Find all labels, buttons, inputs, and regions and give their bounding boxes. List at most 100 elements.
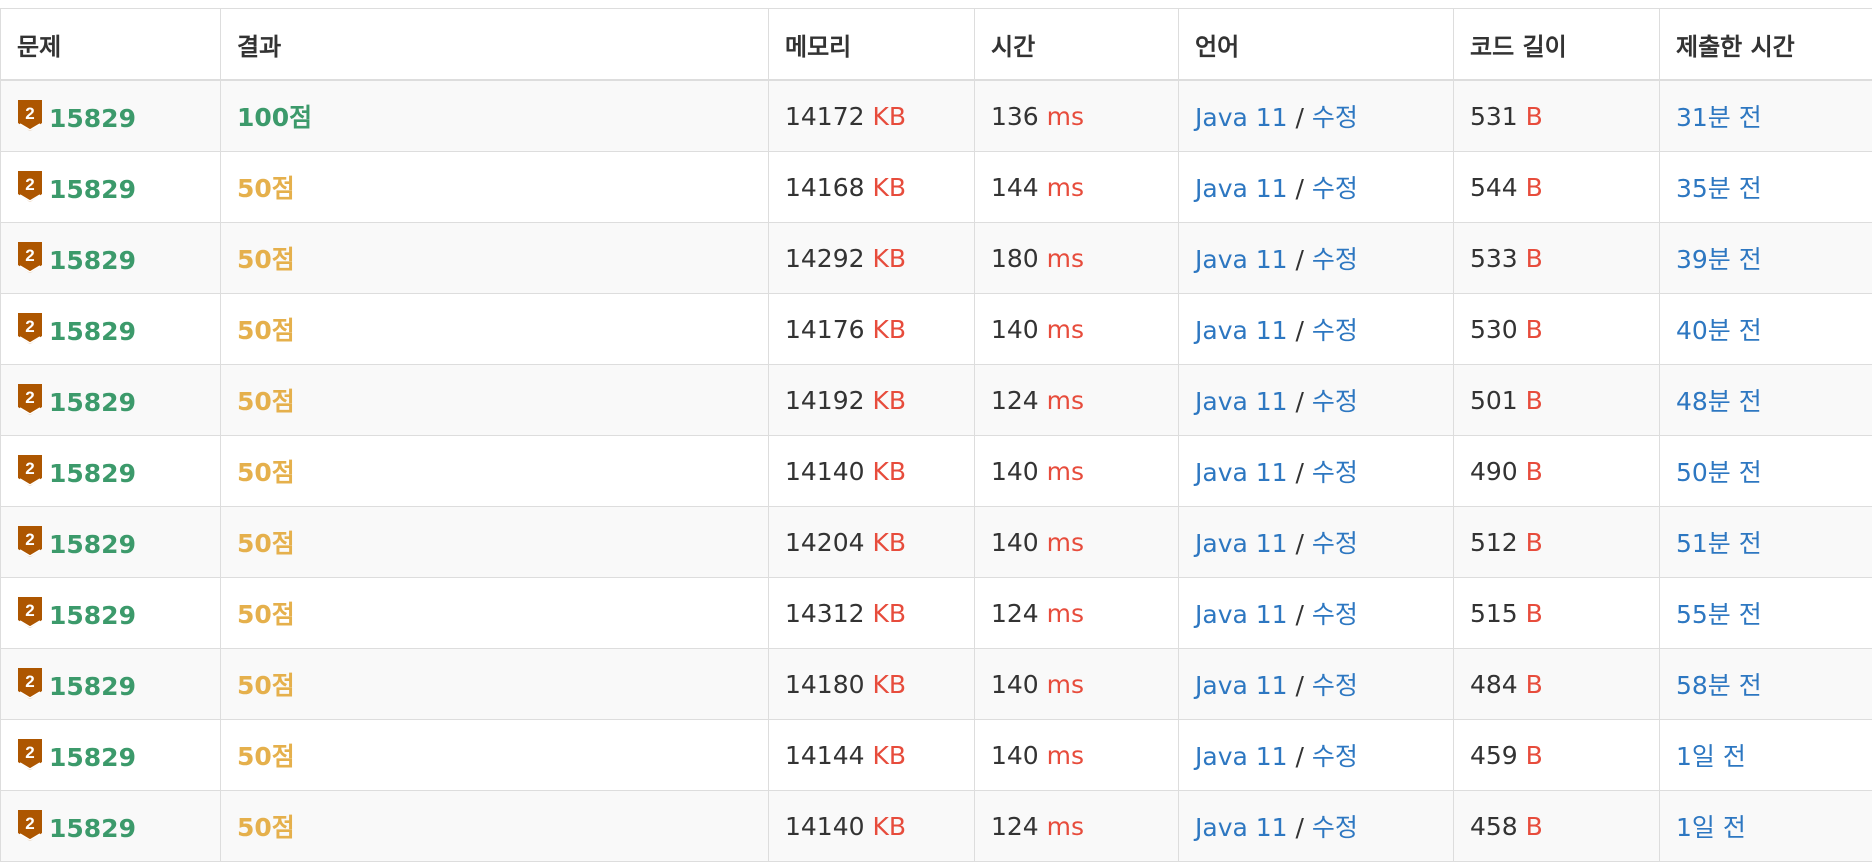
tier-number: 2 (25, 104, 34, 123)
submitted-time-link[interactable]: 40분 전 (1676, 316, 1762, 345)
edit-link[interactable]: 수정 (1312, 600, 1358, 629)
problem-link[interactable]: 15829 (49, 743, 136, 772)
edit-link[interactable]: 수정 (1312, 316, 1358, 345)
problem-link[interactable]: 15829 (49, 530, 136, 559)
cell-submitted-time: 55분 전 (1659, 577, 1872, 649)
cell-language: Java 11 / 수정 (1178, 79, 1454, 152)
bronze-2-tier-icon[interactable]: 2 (17, 99, 43, 131)
memory-unit: KB (872, 598, 907, 628)
submitted-time-link[interactable]: 35분 전 (1676, 174, 1762, 203)
code-length-unit: B (1525, 740, 1543, 770)
code-length-unit: B (1525, 172, 1543, 202)
bronze-2-tier-icon[interactable]: 2 (17, 667, 43, 699)
bronze-2-tier-icon[interactable]: 2 (17, 312, 43, 344)
cell-time: 140 ms (974, 506, 1179, 578)
language-link[interactable]: Java 11 (1195, 316, 1288, 345)
cell-memory: 14312 KB (768, 577, 975, 649)
time-value: 144 (991, 172, 1039, 202)
cell-code-length: 490 B (1453, 435, 1660, 507)
language-link[interactable]: Java 11 (1195, 387, 1288, 416)
edit-link[interactable]: 수정 (1312, 103, 1358, 132)
memory-unit: KB (872, 740, 907, 770)
cell-result: 50점 (220, 790, 769, 862)
bronze-2-tier-icon[interactable]: 2 (17, 809, 43, 841)
time-value: 140 (991, 669, 1039, 699)
language-link[interactable]: Java 11 (1195, 174, 1288, 203)
problem-link[interactable]: 15829 (49, 175, 136, 204)
submitted-time-link[interactable]: 55분 전 (1676, 600, 1762, 629)
bronze-2-tier-icon[interactable]: 2 (17, 738, 43, 770)
submitted-time-link[interactable]: 51분 전 (1676, 529, 1762, 558)
cell-result: 50점 (220, 577, 769, 649)
submitted-time-link[interactable]: 50분 전 (1676, 458, 1762, 487)
language-link[interactable]: Java 11 (1195, 600, 1288, 629)
time-unit: ms (1046, 811, 1085, 841)
header-submitted-time: 제출한 시간 (1659, 8, 1872, 81)
language-link[interactable]: Java 11 (1195, 529, 1288, 558)
language-link[interactable]: Java 11 (1195, 742, 1288, 771)
cell-language: Java 11 / 수정 (1178, 790, 1454, 862)
language-separator: / (1295, 671, 1304, 700)
submitted-time-link[interactable]: 58분 전 (1676, 671, 1762, 700)
memory-value: 14176 (785, 314, 865, 344)
time-value: 180 (991, 243, 1039, 273)
memory-unit: KB (872, 385, 907, 415)
problem-link[interactable]: 15829 (49, 104, 136, 133)
edit-link[interactable]: 수정 (1312, 742, 1358, 771)
code-length-value: 544 (1470, 172, 1518, 202)
edit-link[interactable]: 수정 (1312, 529, 1358, 558)
problem-link[interactable]: 15829 (49, 317, 136, 346)
edit-link[interactable]: 수정 (1312, 671, 1358, 700)
edit-link[interactable]: 수정 (1312, 245, 1358, 274)
problem-link[interactable]: 15829 (49, 672, 136, 701)
code-length-value: 459 (1470, 740, 1518, 770)
cell-code-length: 515 B (1453, 577, 1660, 649)
memory-value: 14172 (785, 101, 865, 131)
submitted-time-link[interactable]: 31분 전 (1676, 103, 1762, 132)
language-link[interactable]: Java 11 (1195, 245, 1288, 274)
bronze-2-tier-icon[interactable]: 2 (17, 596, 43, 628)
tier-number: 2 (25, 743, 34, 762)
problem-link[interactable]: 15829 (49, 388, 136, 417)
memory-unit: KB (872, 243, 907, 273)
table-row: 2 15829 50점 14192 KB 124 ms Java 11 / 수정… (0, 364, 1872, 436)
memory-value: 14140 (785, 456, 865, 486)
submitted-time-link[interactable]: 39분 전 (1676, 245, 1762, 274)
language-link[interactable]: Java 11 (1195, 813, 1288, 842)
bronze-2-tier-icon[interactable]: 2 (17, 241, 43, 273)
result-text: 50점 (237, 245, 295, 274)
language-link[interactable]: Java 11 (1195, 103, 1288, 132)
submitted-time-link[interactable]: 1일 전 (1676, 813, 1746, 842)
edit-link[interactable]: 수정 (1312, 387, 1358, 416)
time-unit: ms (1046, 456, 1085, 486)
cell-problem: 2 15829 (0, 506, 221, 578)
problem-link[interactable]: 15829 (49, 814, 136, 843)
edit-link[interactable]: 수정 (1312, 174, 1358, 203)
bronze-2-tier-icon[interactable]: 2 (17, 525, 43, 557)
memory-unit: KB (872, 669, 907, 699)
cell-submitted-time: 58분 전 (1659, 648, 1872, 720)
cell-code-length: 459 B (1453, 719, 1660, 791)
language-link[interactable]: Java 11 (1195, 671, 1288, 700)
bronze-2-tier-icon[interactable]: 2 (17, 454, 43, 486)
cell-memory: 14204 KB (768, 506, 975, 578)
language-separator: / (1295, 600, 1304, 629)
bronze-2-tier-icon[interactable]: 2 (17, 170, 43, 202)
cell-problem: 2 15829 (0, 577, 221, 649)
cell-submitted-time: 39분 전 (1659, 222, 1872, 294)
bronze-2-tier-icon[interactable]: 2 (17, 383, 43, 415)
problem-link[interactable]: 15829 (49, 246, 136, 275)
problem-link[interactable]: 15829 (49, 459, 136, 488)
cell-time: 144 ms (974, 151, 1179, 223)
cell-result: 50점 (220, 293, 769, 365)
language-separator: / (1295, 103, 1304, 132)
language-link[interactable]: Java 11 (1195, 458, 1288, 487)
edit-link[interactable]: 수정 (1312, 458, 1358, 487)
edit-link[interactable]: 수정 (1312, 813, 1358, 842)
cell-language: Java 11 / 수정 (1178, 648, 1454, 720)
submitted-time-link[interactable]: 1일 전 (1676, 742, 1746, 771)
time-unit: ms (1046, 598, 1085, 628)
submitted-time-link[interactable]: 48분 전 (1676, 387, 1762, 416)
problem-link[interactable]: 15829 (49, 601, 136, 630)
cell-time: 124 ms (974, 364, 1179, 436)
